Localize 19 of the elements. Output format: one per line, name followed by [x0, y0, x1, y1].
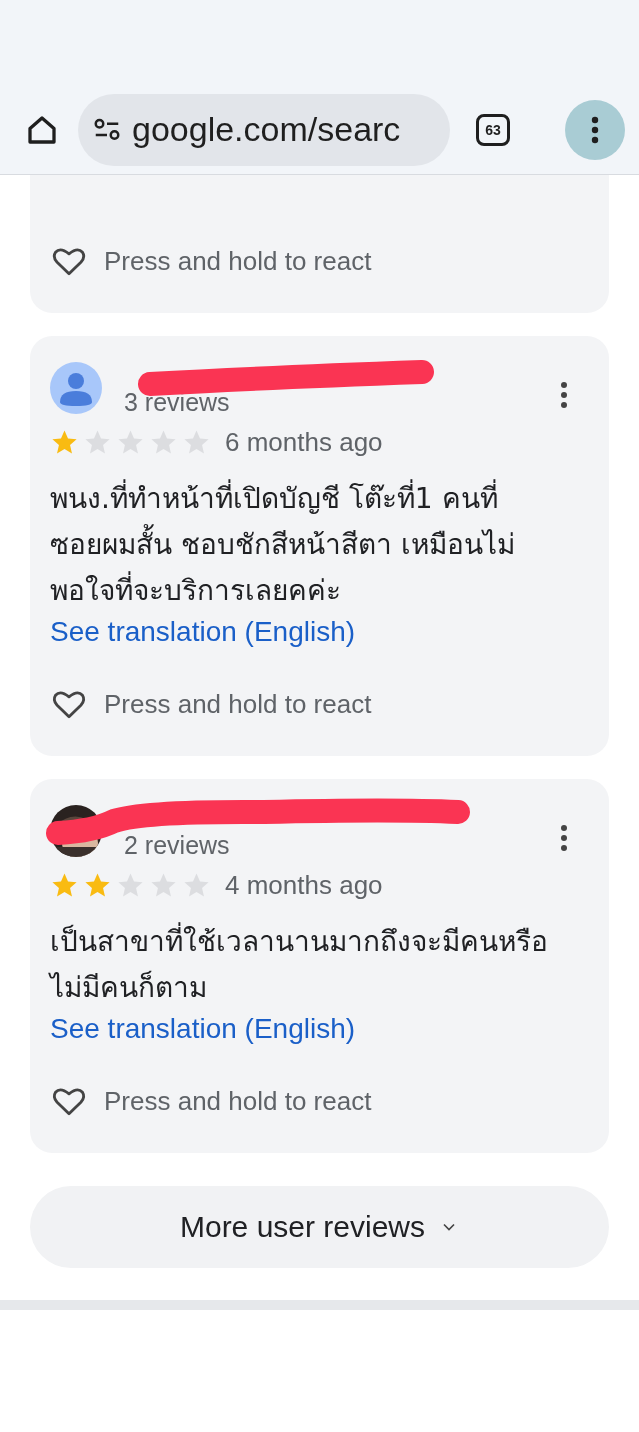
- react-label: Press and hold to react: [104, 1085, 372, 1117]
- review-date: 6 months ago: [225, 427, 383, 458]
- address-bar[interactable]: google.com/searc: [78, 93, 450, 166]
- react-label: Press and hold to react: [104, 245, 372, 277]
- react-label: Press and hold to react: [104, 688, 372, 720]
- translation-link[interactable]: See translation (English): [50, 1013, 589, 1045]
- review-text: พนง.ที่ทำหน้าที่เปิดบัญชี โต๊ะที่1 คนที่ซอยผมสั้น ชอบชักสีหน้าสีตา เหมือนไม่พอใจที่จะบริการเลยคค่ะ: [50, 476, 559, 614]
- url-text: google.com/searc: [132, 110, 401, 149]
- avatar-icon: [50, 362, 102, 414]
- review-text: เป็นสาขาที่ใช้เวลานานมากถึงจะมีคนหรือไม่มีคนก็ตาม: [50, 919, 559, 1011]
- review-count: 2 reviews: [124, 831, 231, 860]
- translation-link[interactable]: See translation (English): [50, 616, 589, 648]
- more-options-icon[interactable]: [559, 823, 569, 853]
- review-date: 4 months ago: [225, 870, 383, 901]
- more-reviews-button[interactable]: More user reviews: [30, 1186, 609, 1268]
- review-count: 3 reviews: [124, 388, 231, 417]
- menu-icon: [590, 114, 600, 145]
- more-options-icon[interactable]: [559, 380, 569, 410]
- tab-count-button[interactable]: 63: [476, 113, 510, 146]
